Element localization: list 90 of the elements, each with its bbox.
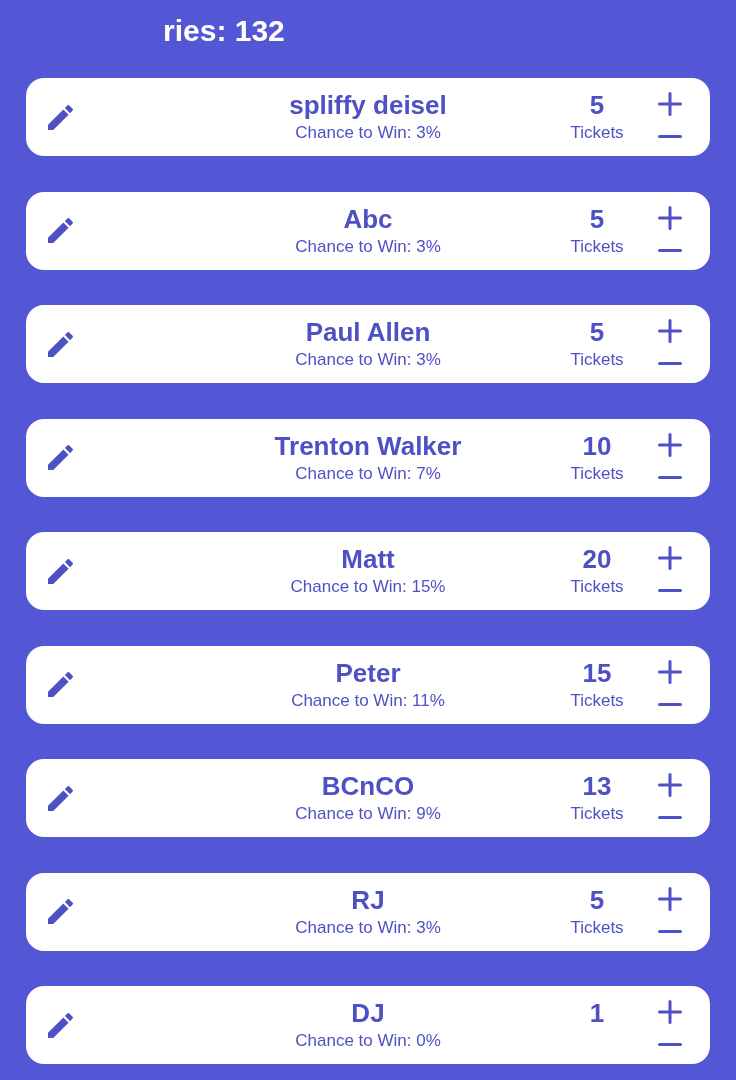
minus-icon [658,589,682,592]
remove-ticket-button[interactable] [658,362,682,365]
ticket-count: 5 [589,884,605,915]
plus-icon [658,659,682,684]
tickets-label: Tickets [570,235,624,258]
add-ticket-button[interactable] [658,886,682,911]
ticket-count: 10 [582,430,612,461]
win-chance-text: Chance to Win: 3% [295,349,441,371]
tickets-label: Tickets [570,576,624,598]
pencil-icon [48,445,73,470]
entry-name: Paul Allen [305,317,431,347]
tickets-label: Tickets [570,803,624,825]
win-chance-text: Chance to Win: 9% [295,803,441,825]
ticket-count: 1 [589,998,605,1028]
win-chance-text: Chance to Win: 0% [295,1030,441,1052]
add-ticket-button[interactable] [658,773,682,797]
plus-icon [658,319,682,343]
win-chance-text: Chance to Win: 3% [295,122,441,144]
ticket-count: 13 [582,771,612,801]
minus-icon [658,475,682,479]
ticket-count: 5 [589,317,605,347]
edit-button[interactable] [48,445,73,470]
win-chance-text: Chance to Win: 3% [295,916,441,939]
entry-name: Abc [343,203,393,234]
ticket-count: 5 [589,203,605,234]
entries-total-title: ries: 132 [163,13,285,49]
minus-icon [658,1043,682,1046]
win-chance-text: Chance to Win: 11% [291,689,445,712]
win-chance-text: Chance to Win: 15% [290,576,446,598]
minus-icon [658,929,682,933]
pencil-icon [48,672,73,697]
tickets-label: Tickets [570,349,624,371]
pencil-icon [48,331,73,357]
remove-ticket-button[interactable] [658,929,682,933]
entry-name: DJ [351,998,385,1028]
edit-button[interactable] [48,104,73,130]
remove-ticket-button[interactable] [658,702,682,706]
tickets-label: Tickets [570,916,624,939]
add-ticket-button[interactable] [658,546,682,570]
plus-icon [658,886,682,911]
minus-icon [658,248,682,252]
ticket-count: 15 [582,657,612,688]
remove-ticket-button[interactable] [658,135,682,138]
minus-icon [658,362,682,365]
entry-name: RJ [351,884,385,915]
entry-name: Trenton Walker [274,430,462,461]
plus-icon [658,92,682,116]
plus-icon [658,1000,682,1024]
pencil-icon [48,104,73,130]
remove-ticket-button[interactable] [658,475,682,479]
plus-icon [658,432,682,457]
pencil-icon [48,899,73,924]
ticket-count: 20 [582,544,612,574]
win-chance-text: Chance to Win: 7% [295,462,441,485]
pencil-icon [48,218,73,243]
win-chance-text: Chance to Win: 3% [295,235,441,258]
remove-ticket-button[interactable] [658,1043,682,1046]
add-ticket-button[interactable] [658,205,682,230]
edit-button[interactable] [48,672,73,697]
entry-name: Peter [335,657,401,688]
remove-ticket-button[interactable] [658,248,682,252]
add-ticket-button[interactable] [658,659,682,684]
tickets-label: Tickets [570,462,624,485]
entry-name: Matt [341,544,395,574]
minus-icon [658,135,682,138]
pencil-icon [48,558,73,584]
edit-button[interactable] [48,218,73,243]
plus-icon [658,546,682,570]
minus-icon [658,702,682,706]
tickets-label: Tickets [570,122,624,144]
edit-button[interactable] [48,331,73,357]
tickets-label: Tickets [570,689,624,712]
edit-button[interactable] [48,899,73,924]
remove-ticket-button[interactable] [658,816,682,819]
remove-ticket-button[interactable] [658,589,682,592]
add-ticket-button[interactable] [658,1000,682,1024]
edit-button[interactable] [48,1012,73,1038]
edit-button[interactable] [48,785,73,811]
add-ticket-button[interactable] [658,319,682,343]
pencil-icon [48,1012,73,1038]
plus-icon [658,773,682,797]
entry-name: spliffy deisel [289,90,447,120]
plus-icon [658,205,682,230]
ticket-count: 5 [589,90,605,120]
entry-name: BCnCO [321,771,415,801]
add-ticket-button[interactable] [658,92,682,116]
add-ticket-button[interactable] [658,432,682,457]
minus-icon [658,816,682,819]
pencil-icon [48,785,73,811]
edit-button[interactable] [48,558,73,584]
